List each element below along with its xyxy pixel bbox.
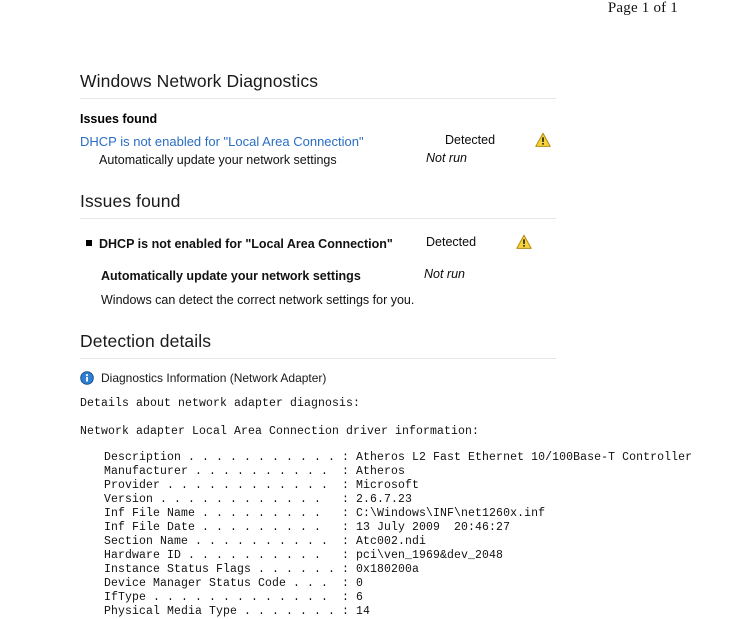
action-title: Automatically update your network settin… [101, 269, 361, 283]
action-detail-status: Not run [424, 267, 465, 281]
warning-icon [516, 234, 532, 250]
issue-detail-status: Detected [426, 235, 477, 249]
issue-link[interactable]: DHCP is not enabled for "Local Area Conn… [80, 134, 364, 149]
issue-detail-row: DHCP is not enabled for "Local Area Conn… [80, 234, 575, 253]
summary-heading: Issues found [80, 112, 158, 126]
detection-details-heading: Detection details [80, 331, 212, 351]
summary-action-row: Automatically update your network settin… [80, 151, 575, 169]
page-number: Page 1 of 1 [607, 0, 678, 16]
action-description: Windows can detect the correct network s… [101, 293, 415, 307]
action-label: Automatically update your network settin… [99, 153, 337, 167]
action-detail-row: Automatically update your network settin… [80, 267, 577, 285]
details-intro-line: Details about network adapter diagnosis: [80, 397, 361, 410]
info-icon [80, 371, 94, 385]
action-description-row: Windows can detect the correct network s… [80, 291, 680, 309]
adapter-info-line: Network adapter Local Area Connection dr… [80, 425, 480, 438]
diagnostics-report: Windows Network Diagnostics Issues found… [80, 70, 693, 619]
adapter-field-list: Description . . . . . . . . . . . : Athe… [104, 451, 693, 618]
bullet-icon [86, 240, 92, 246]
issues-found-heading: Issues found [80, 191, 181, 211]
warning-icon [535, 132, 551, 148]
issue-title: DHCP is not enabled for "Local Area Conn… [99, 237, 393, 251]
page-title: Windows Network Diagnostics [80, 71, 319, 91]
action-status: Not run [426, 151, 467, 165]
issue-status: Detected [445, 133, 496, 147]
summary-issue-row: DHCP is not enabled for "Local Area Conn… [80, 132, 556, 151]
diagnostics-info-label: Diagnostics Information (Network Adapter… [101, 371, 327, 385]
diagnostics-info-row: Diagnostics Information (Network Adapter… [80, 371, 680, 385]
